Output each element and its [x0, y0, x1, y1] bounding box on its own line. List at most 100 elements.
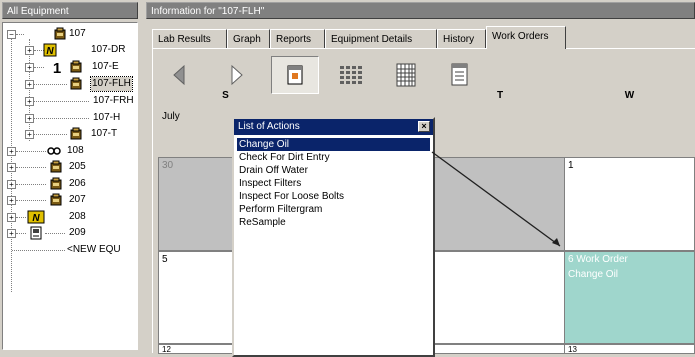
- popup-title: List of Actions: [238, 121, 300, 132]
- expand-expander-icon[interactable]: +: [7, 163, 16, 172]
- tree-item-label: 207: [69, 194, 86, 205]
- expand-expander-icon[interactable]: +: [7, 229, 16, 238]
- expand-expander-icon[interactable]: +: [25, 63, 34, 72]
- calendar-day-cell[interactable]: [434, 344, 565, 354]
- tree-connector: [12, 250, 65, 251]
- tree-connector: [16, 200, 46, 201]
- expand-expander-icon[interactable]: +: [7, 180, 16, 189]
- tree-item-107[interactable]: − 107: [3, 27, 137, 41]
- tree-item-label: 206: [69, 178, 86, 189]
- tab-reports[interactable]: Reports: [270, 29, 325, 48]
- action-item[interactable]: Perform Filtergram: [237, 203, 430, 216]
- svg-text:1: 1: [53, 60, 61, 74]
- tree-connector: [45, 233, 65, 234]
- tree-item-107-dr[interactable]: + N 107-DR: [3, 43, 137, 57]
- action-item[interactable]: Change Oil: [237, 138, 430, 151]
- tree-connector: [16, 233, 26, 234]
- tree-connector: [16, 167, 46, 168]
- week-view-button[interactable]: [333, 58, 367, 92]
- tree-item-label: 107-FLH: [90, 76, 133, 92]
- expand-expander-icon[interactable]: +: [25, 130, 34, 139]
- tree-item-label: 107-H: [93, 112, 121, 123]
- svg-text:N: N: [46, 46, 54, 57]
- list-of-actions-popup: List of Actions × Change Oil Check For D…: [232, 117, 435, 357]
- collapse-expander-icon[interactable]: −: [7, 30, 16, 39]
- truck-icon: [70, 60, 82, 73]
- tree-connector: [16, 217, 26, 218]
- tree-item-label: 107-FRH: [93, 95, 134, 106]
- expand-expander-icon[interactable]: +: [7, 196, 16, 205]
- tree-connector: [16, 151, 46, 152]
- tree-item-107-e[interactable]: + 1 107-E: [3, 60, 137, 74]
- tree-item-new-equipment[interactable]: <NEW EQU: [3, 243, 137, 257]
- calendar-day-cell[interactable]: [434, 251, 565, 344]
- work-order-day-title: 6 Work Order: [568, 254, 628, 265]
- tree-item-107-h[interactable]: + 107-H: [3, 111, 137, 125]
- truck-icon: [50, 160, 62, 173]
- wheel-icon: [47, 147, 61, 155]
- tree-item-209[interactable]: + 209: [3, 226, 137, 240]
- tree-item-108[interactable]: + 108: [3, 144, 137, 158]
- tree-connector: [16, 34, 24, 35]
- truck-icon: [50, 177, 62, 190]
- tab-history[interactable]: History: [437, 29, 486, 48]
- action-item[interactable]: Check For Dirt Entry: [237, 151, 430, 164]
- info-pane-header: Information for "107-FLH": [146, 2, 695, 19]
- one-badge-icon: 1: [53, 60, 61, 74]
- day-header-tuesday: T: [496, 90, 504, 101]
- expand-expander-icon[interactable]: +: [7, 147, 16, 156]
- tree-item-107-flh[interactable]: + 107-FLH: [3, 76, 137, 92]
- drag-connector-line: [431, 151, 561, 247]
- truck-icon: [50, 193, 62, 206]
- tree-item-205[interactable]: + 205: [3, 160, 137, 174]
- action-item[interactable]: Inspect For Loose Bolts: [237, 190, 430, 203]
- next-arrow-icon: [231, 64, 243, 86]
- month-view-button[interactable]: [389, 58, 423, 92]
- next-button[interactable]: [220, 58, 254, 92]
- tree-item-label: 107-E: [92, 61, 119, 72]
- tree-item-107-frh[interactable]: + 107-FRH: [3, 94, 137, 108]
- expand-expander-icon[interactable]: +: [7, 213, 16, 222]
- tree-item-label: 208: [69, 211, 86, 222]
- tree-connector: [34, 118, 89, 119]
- tree-item-label: 209: [69, 227, 86, 238]
- calendar-day-cell[interactable]: 1: [564, 157, 695, 251]
- action-item[interactable]: ReSample: [237, 216, 430, 229]
- prev-arrow-icon: [173, 64, 185, 86]
- tab-equipment-details[interactable]: Equipment Details: [325, 29, 437, 48]
- notes-icon: [451, 63, 468, 86]
- popup-title-bar[interactable]: List of Actions: [234, 119, 433, 135]
- expand-expander-icon[interactable]: +: [25, 46, 34, 55]
- expand-expander-icon[interactable]: +: [25, 97, 34, 106]
- work-order-day-cell[interactable]: 6 Work Order Change Oil: [564, 251, 695, 344]
- notes-button[interactable]: [443, 58, 477, 92]
- tree-item-208[interactable]: + N 208: [3, 210, 137, 224]
- tab-lab-results[interactable]: Lab Results: [152, 29, 227, 48]
- action-item[interactable]: Drain Off Water: [237, 164, 430, 177]
- expand-expander-icon[interactable]: +: [25, 80, 34, 89]
- tree-item-107-t[interactable]: + 107-T: [3, 127, 137, 141]
- n-badge-icon: N: [43, 43, 57, 57]
- tab-work-orders[interactable]: Work Orders: [486, 26, 566, 49]
- calendar-day-cell[interactable]: 13: [564, 344, 695, 354]
- tree-item-206[interactable]: + 206: [3, 177, 137, 191]
- month-view-icon: [396, 63, 416, 87]
- action-item[interactable]: Inspect Filters: [237, 177, 430, 190]
- tree-item-label: 205: [69, 161, 86, 172]
- close-icon[interactable]: ×: [418, 121, 430, 132]
- truck-icon: [54, 27, 66, 40]
- equipment-tree[interactable]: − 107 + N 107-DR + 1 107-E + 107-FLH + 1…: [2, 22, 138, 350]
- truck-icon: [70, 77, 82, 90]
- work-order-action-label: Change Oil: [568, 269, 619, 280]
- tree-item-207[interactable]: + 207: [3, 193, 137, 207]
- tab-graph[interactable]: Graph: [227, 29, 270, 48]
- expand-expander-icon[interactable]: +: [25, 114, 34, 123]
- day-header-wednesday: W: [624, 90, 635, 101]
- previous-button[interactable]: [162, 58, 196, 92]
- equipment-pane-header: All Equipment: [2, 2, 138, 19]
- tree-item-label: <NEW EQU: [67, 244, 121, 255]
- tree-item-label: 107-T: [91, 128, 118, 139]
- tree-item-label: 107: [69, 28, 86, 39]
- tree-connector: [34, 101, 89, 102]
- tree-connector: [34, 134, 67, 135]
